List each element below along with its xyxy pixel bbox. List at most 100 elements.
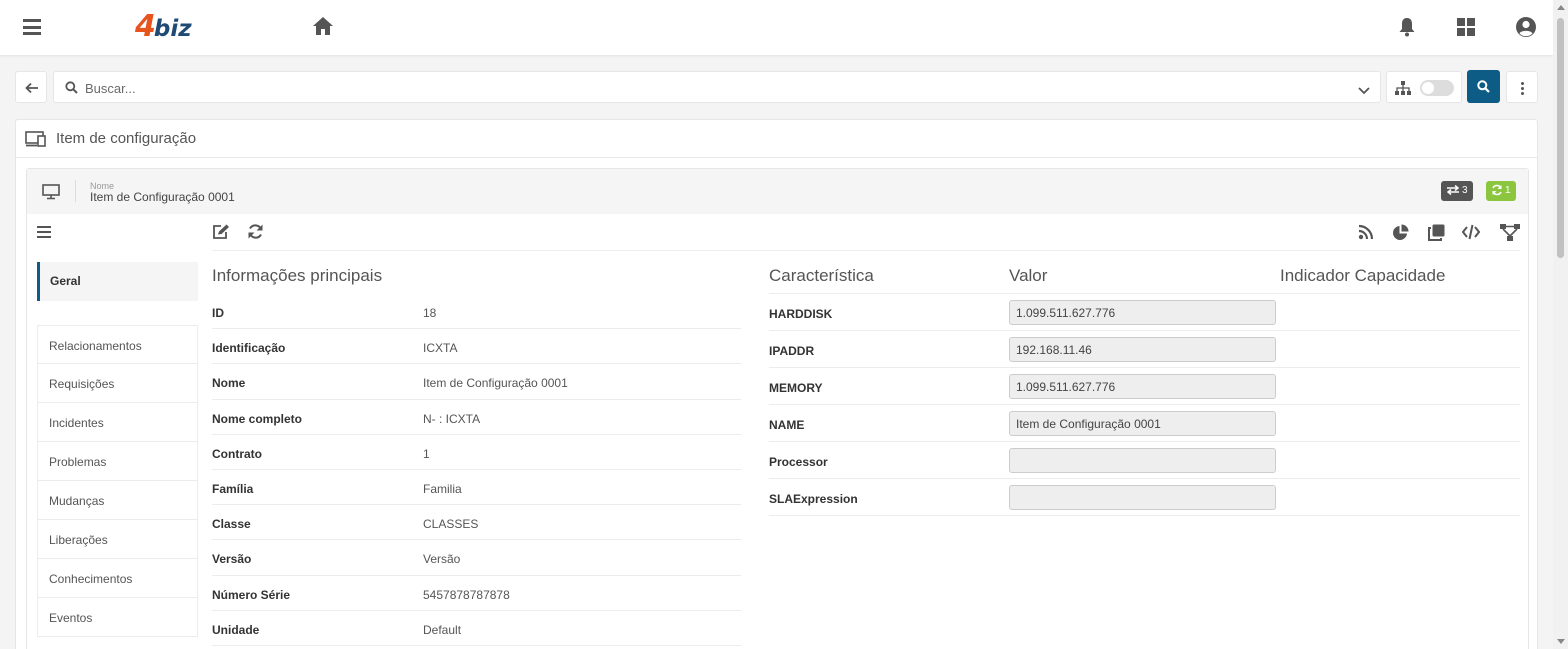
sidebar-item-geral[interactable]: Geral [37,262,198,301]
row-label: Família [212,481,254,496]
capacity-indicator-column-header: Indicador Capacidade [1280,266,1446,285]
relationships-count: 3 [1462,185,1468,196]
sidebar-item-label: Geral [50,274,81,288]
item-name: Item de Configuração 0001 [90,190,235,204]
pie-chart-icon[interactable] [1392,224,1409,246]
row-label: Classe [212,517,251,532]
table-row: Nome Item de Configuração 0001 [212,364,741,400]
row-label: Número Série [212,587,291,602]
main-card: Item de configuração Nome Item de Config… [15,119,1538,649]
user-icon[interactable] [1515,16,1537,43]
logo[interactable]: 4biz [135,10,192,48]
row-label: Processor [769,455,828,469]
row-value: ICXTA [423,341,458,356]
row-label: MEMORY [769,381,823,395]
sidebar-menu-icon[interactable] [37,225,51,243]
sidebar-item-liberacoes[interactable]: Liberações [37,520,198,559]
toolbar-divider [212,250,1520,251]
scroll-up-arrow[interactable] [1557,5,1565,10]
page-header: Item de configuração [16,120,1537,158]
bell-icon[interactable] [1398,17,1416,42]
table-row: IPADDR [769,331,1520,368]
table-row: Processor [769,442,1520,479]
characteristic-value-field[interactable] [1009,485,1276,510]
header-divider [75,180,76,202]
table-row: Número Série 5457878787878 [212,576,741,611]
row-label: NAME [769,418,805,432]
row-label: Identificação [212,341,286,356]
relationships-badge[interactable]: 3 [1441,181,1473,201]
row-label: Versão [212,552,252,567]
sidebar-item-incidentes[interactable]: Incidentes [37,403,198,442]
kebab-menu-button[interactable] [1506,71,1538,103]
characteristic-value-field[interactable] [1009,337,1276,362]
row-label: SLAExpression [769,492,858,506]
row-label: Unidade [212,622,260,637]
top-bar: 4biz [0,0,1553,55]
apps-icon[interactable] [1457,18,1475,41]
sidebar-item-label: Incidentes [49,416,104,430]
table-row: NAME [769,405,1520,442]
row-value: 1 [423,446,430,461]
row-value: Familia [423,481,462,496]
sidebar-item-conhecimentos[interactable]: Conhecimentos [37,559,198,598]
sidebar-item-requisicoes[interactable]: Requisições [37,364,198,403]
table-row: MEMORY [769,368,1520,405]
refresh-icon[interactable] [247,223,264,245]
chevron-down-icon[interactable] [1358,82,1370,100]
page-title: Item de configuração [56,130,197,147]
characteristic-value-field[interactable] [1009,300,1276,325]
table-row: SLAExpression [769,479,1520,516]
row-value: CLASSES [423,517,479,532]
characteristic-value-field[interactable] [1009,411,1276,436]
devices-icon [25,131,47,152]
table-row: Versão Versão [212,540,741,576]
rss-icon[interactable] [1358,224,1374,245]
logo-text: biz [153,16,192,42]
scroll-thumb[interactable] [1557,18,1564,258]
table-row: Nome completo N- : ICXTA [212,400,741,435]
table-row: Unidade Default [212,611,741,646]
sidebar-item-eventos[interactable]: Eventos [37,598,198,637]
characteristic-column-header: Característica [769,266,874,285]
sync-icon [1492,185,1502,196]
exchange-icon [1446,185,1460,196]
table-row: Família Familia [212,470,741,506]
vertical-scrollbar[interactable] [1553,0,1568,649]
code-icon[interactable] [1461,224,1481,245]
search-box[interactable] [53,71,1381,103]
row-label: ID [212,306,224,320]
table-row: Identificação ICXTA [212,329,741,365]
hierarchy-toggle-switch[interactable] [1420,80,1454,96]
sitemap-icon [1395,81,1411,100]
clone-icon[interactable] [1428,224,1445,246]
table-row: ID 18 [212,294,741,330]
hierarchy-toggle-box [1386,71,1462,103]
sidebar-item-label: Requisições [49,377,115,391]
sidebar-list: Relacionamentos Requisições Incidentes P… [37,325,198,637]
table-row: Classe CLASSES [212,505,741,541]
sidebar-item-mudancas[interactable]: Mudanças [37,481,198,520]
edit-icon[interactable] [212,224,230,245]
sidebar-item-label: Relacionamentos [49,339,142,353]
search-button[interactable] [1467,70,1500,103]
back-button[interactable] [15,71,47,103]
scroll-down-arrow[interactable] [1557,639,1565,644]
arrow-left-icon [25,82,38,94]
value-column-header: Valor [1009,266,1048,285]
network-icon[interactable] [1500,224,1520,246]
table-row: Contrato 1 [212,435,741,470]
sidebar-item-problemas[interactable]: Problemas [37,442,198,481]
sidebar-item-relacionamentos[interactable]: Relacionamentos [37,325,198,364]
characteristic-value-field[interactable] [1009,374,1276,399]
characteristics-header: Característica Valor Indicador Capacidad… [769,266,1520,294]
menu-icon[interactable] [23,19,41,35]
sidebar-item-label: Problemas [49,455,107,469]
home-icon[interactable] [312,16,334,41]
row-value: Item de Configuração 0001 [423,376,568,391]
row-value: N- : ICXTA [423,411,481,426]
characteristic-value-field[interactable] [1009,448,1276,473]
sync-badge[interactable]: 1 [1486,181,1516,201]
search-input[interactable] [85,78,1335,98]
characteristics-table: HARDDISK IPADDR MEMORY NAME Processor SL… [769,294,1520,516]
